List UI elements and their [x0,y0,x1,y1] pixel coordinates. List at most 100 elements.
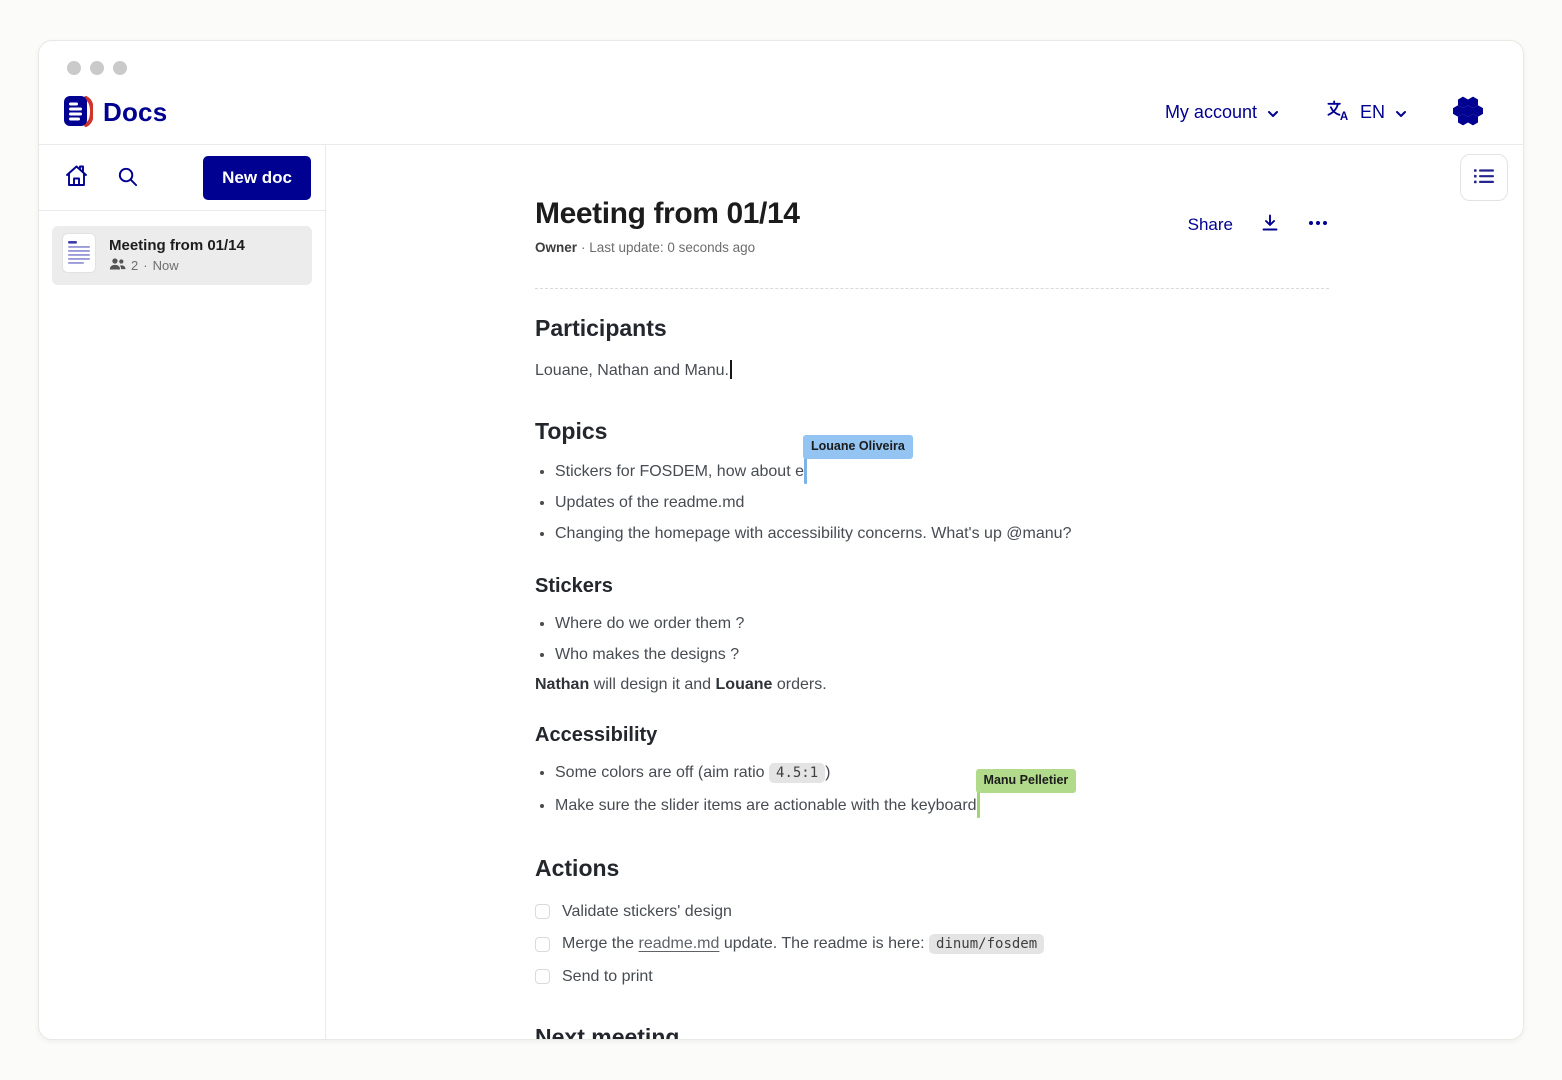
accessibility-item-1[interactable]: Some colors are off (aim ratio 4.5:1) [555,763,1329,783]
window-dot [67,61,81,75]
stickers-list: Where do we order them ? Who makes the d… [535,614,1329,664]
task-2-mid: update. The readme is here: [719,935,929,952]
home-button[interactable] [64,164,89,191]
document-header: Meeting from 01/14 Owner · Last update: 0… [535,197,1329,255]
topics-item-1-text: Stickers for FOSDEM, how about e [555,463,804,480]
sidebar-toolbar: New doc [39,145,325,211]
share-button[interactable]: Share [1188,215,1233,235]
my-account-label: My account [1165,102,1257,123]
search-button[interactable] [116,165,139,191]
doc-item-sep: · [143,258,147,273]
doc-item-meta: 2 · Now [109,257,245,274]
task-3-text[interactable]: Send to print [562,967,653,986]
stickers-note-text-2: orders. [772,676,826,693]
task-checkbox[interactable] [535,937,550,952]
window-titlebar [39,41,1523,81]
accessibility-list: Some colors are off (aim ratio 4.5:1) Ma… [535,763,1329,815]
heading-next-meeting[interactable]: Next meeting [535,1024,1329,1039]
new-doc-button[interactable]: New doc [203,156,311,200]
translate-icon: A [1325,99,1350,127]
document: Meeting from 01/14 Owner · Last update: 0… [535,145,1329,1039]
stickers-note-text-1: will design it and [589,676,715,693]
heading-accessibility[interactable]: Accessibility [535,724,1329,747]
repo-code-chip: dinum/fosdem [929,934,1044,954]
doc-list: Meeting from 01/14 2 [39,211,325,300]
docs-logo-icon [63,95,93,131]
task-item-3: Send to print [535,967,1329,986]
app-launcher-icon [1453,96,1483,129]
kebab-menu-icon [1307,213,1329,236]
last-update-text: · Last update: 0 seconds ago [581,240,755,255]
language-value: EN [1360,102,1385,123]
ratio-code-chip: 4.5:1 [769,763,825,783]
text-caret [730,360,732,379]
app-header: Docs My account [39,81,1523,145]
topics-item-1[interactable]: Stickers for FOSDEM, how about eLouane O… [555,461,1329,481]
task-1-text[interactable]: Validate stickers' design [562,902,732,921]
header-controls: My account A [1165,96,1483,129]
language-selector[interactable]: A EN [1325,99,1407,127]
app-body: New doc [39,145,1523,1039]
task-item-1: Validate stickers' design [535,902,1329,921]
home-icon [64,164,89,191]
participants-text-span: Louane, Nathan and Manu. [535,362,729,379]
members-icon [109,257,126,274]
topics-list: Stickers for FOSDEM, how about eLouane O… [535,461,1329,543]
accessibility-item-1-text: Some colors are off (aim ratio [555,764,769,781]
table-of-contents-button[interactable] [1460,154,1508,201]
task-2-text[interactable]: Merge the readme.md update. The readme i… [562,934,1044,954]
window-dot [113,61,127,75]
heading-topics[interactable]: Topics [535,418,1329,445]
svg-text:A: A [1340,111,1348,122]
chevron-down-icon [1267,102,1279,123]
document-title-block: Meeting from 01/14 Owner · Last update: 0… [535,197,800,255]
doc-list-item[interactable]: Meeting from 01/14 2 [52,226,312,285]
task-checkbox[interactable] [535,904,550,919]
stickers-note-name-1: Nathan [535,676,589,693]
document-meta: Owner · Last update: 0 seconds ago [535,240,800,255]
stickers-note-name-2: Louane [716,676,773,693]
accessibility-item-1-tail: ) [825,764,830,781]
actions-checklist: Validate stickers' design Merge the read… [535,902,1329,986]
download-icon [1260,213,1280,236]
topics-item-2[interactable]: Updates of the readme.md [555,493,1329,512]
download-button[interactable] [1260,213,1280,236]
stickers-item-2[interactable]: Who makes the designs ? [555,645,1329,664]
more-options-button[interactable] [1307,213,1329,236]
app-launcher-button[interactable] [1453,96,1483,129]
collab-cursor-louane: Louane Oliveira [804,461,807,479]
doc-thumbnail-icon [62,233,96,278]
accessibility-item-2[interactable]: Make sure the slider items are actionabl… [555,795,1329,815]
app-logo-text: Docs [103,97,167,128]
collab-cursor-label: Manu Pelletier [976,769,1077,793]
document-title[interactable]: Meeting from 01/14 [535,197,800,231]
window-dot [90,61,104,75]
section-divider [535,288,1329,289]
app-logo[interactable]: Docs [63,95,167,131]
doc-item-title: Meeting from 01/14 [109,237,245,254]
chevron-down-icon [1395,102,1407,123]
doc-item-time: Now [153,258,179,273]
owner-badge: Owner [535,240,577,255]
task-2-pre: Merge the [562,935,638,952]
collab-cursor-label: Louane Oliveira [803,435,913,459]
task-checkbox[interactable] [535,969,550,984]
task-item-2: Merge the readme.md update. The readme i… [535,934,1329,954]
stickers-item-1[interactable]: Where do we order them ? [555,614,1329,633]
heading-participants[interactable]: Participants [535,315,1329,342]
document-actions: Share [1188,213,1329,236]
app-window: Docs My account [38,40,1524,1040]
doc-item-info: Meeting from 01/14 2 [109,237,245,274]
readme-link[interactable]: readme.md [638,935,719,952]
participants-text[interactable]: Louane, Nathan and Manu. [535,360,1329,380]
search-icon [116,165,139,191]
my-account-menu[interactable]: My account [1165,102,1279,123]
heading-actions[interactable]: Actions [535,855,1329,882]
accessibility-item-2-text: Make sure the slider items are actionabl… [555,797,977,814]
doc-item-count: 2 [131,258,138,273]
collab-cursor-manu: Manu Pelletier [977,795,980,813]
heading-stickers[interactable]: Stickers [535,575,1329,598]
stickers-note[interactable]: Nathan will design it and Louane orders. [535,676,1329,694]
topics-item-3[interactable]: Changing the homepage with accessibility… [555,524,1329,543]
toc-list-icon [1473,166,1495,189]
